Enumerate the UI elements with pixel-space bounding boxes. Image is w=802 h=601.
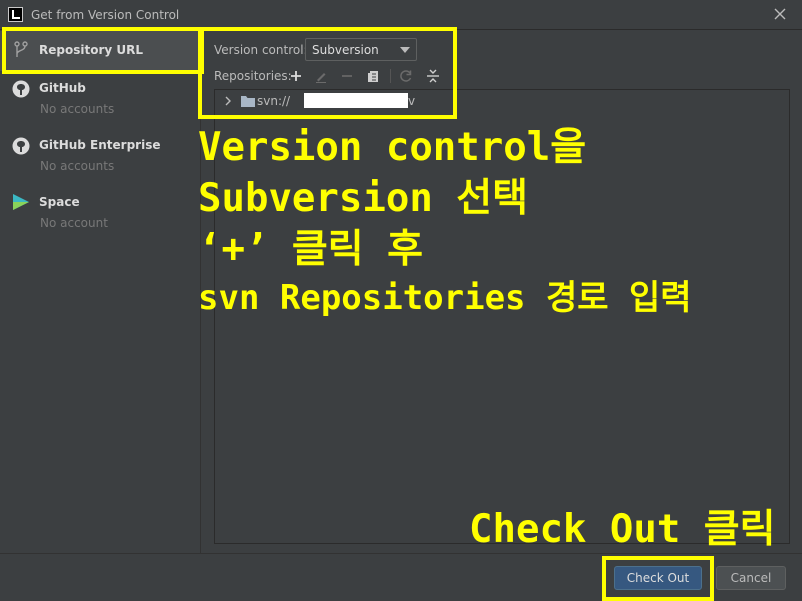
sidebar-item-label: GitHub xyxy=(39,81,86,95)
annotation-line: ‘+’ 클릭 후 xyxy=(198,227,424,272)
github-icon xyxy=(12,80,30,98)
highlight-checkout xyxy=(602,556,714,601)
sidebar-item-github[interactable]: GitHub No accounts xyxy=(0,76,201,133)
space-icon xyxy=(13,194,29,210)
annotation-checkout: Check Out 클릭 xyxy=(469,507,776,552)
account-status: No accounts xyxy=(40,102,115,116)
account-status: No account xyxy=(40,216,108,230)
highlight-version-control xyxy=(198,27,457,119)
title-bar: Get from Version Control xyxy=(0,0,802,30)
close-icon[interactable] xyxy=(772,6,788,22)
account-status: No accounts xyxy=(40,159,115,173)
sidebar-item-github-enterprise[interactable]: GitHub Enterprise No accounts xyxy=(0,133,201,190)
annotation-line: Subversion 선택 xyxy=(198,176,529,221)
github-icon xyxy=(12,137,30,155)
window-title: Get from Version Control xyxy=(31,8,180,22)
annotation-line: Version control을 xyxy=(198,125,587,170)
sidebar-item-space[interactable]: Space No account xyxy=(0,190,201,247)
highlight-repository-url xyxy=(2,27,204,74)
intellij-logo-icon xyxy=(8,7,23,22)
annotation-line: svn Repositories 경로 입력 xyxy=(198,278,692,318)
sidebar-item-label: GitHub Enterprise xyxy=(39,138,161,152)
cancel-button[interactable]: Cancel xyxy=(716,566,786,590)
sidebar: Repository URL GitHub No accounts GitHub… xyxy=(0,31,201,553)
sidebar-item-label: Space xyxy=(39,195,80,209)
